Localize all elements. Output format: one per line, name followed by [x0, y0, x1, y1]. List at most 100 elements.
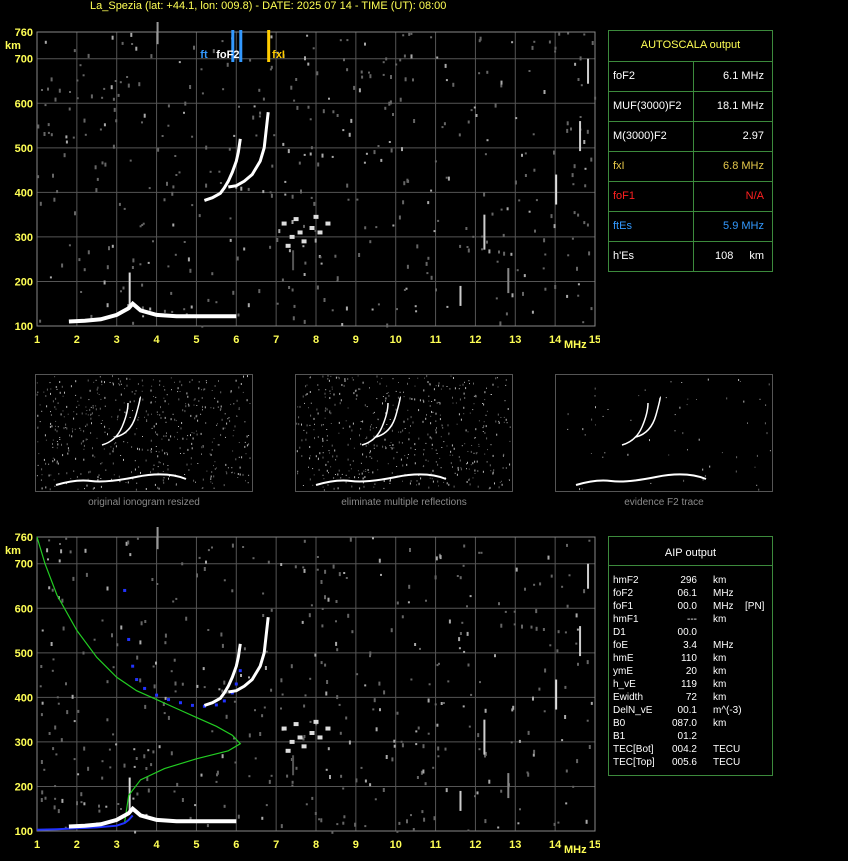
noise-speck	[56, 696, 59, 699]
thumb-speck	[726, 397, 728, 400]
noise-speck	[382, 788, 385, 792]
grid	[36, 536, 596, 832]
noise-speck	[50, 642, 53, 646]
noise-speck	[90, 94, 93, 99]
noise-speck	[80, 792, 83, 797]
noise-speck	[435, 556, 438, 561]
noise-speck	[269, 191, 272, 194]
interference-streak	[555, 679, 558, 710]
noise-speck	[510, 252, 513, 256]
thumb-speck	[100, 463, 102, 465]
thumb-speck	[116, 419, 118, 421]
thumb-speck	[49, 382, 51, 384]
spread-f-cluster-point	[293, 722, 299, 727]
noise-speck	[320, 661, 323, 665]
thumb-speck	[442, 427, 444, 429]
noise-speck	[574, 62, 577, 66]
y-tick-label: 200	[15, 781, 33, 793]
noise-speck	[40, 713, 43, 717]
noise-speck	[311, 796, 314, 800]
x-tick-label: 13	[509, 334, 521, 346]
autoscala-row-separator	[693, 152, 694, 182]
thumb-speck	[127, 442, 129, 444]
noise-speck	[577, 283, 580, 286]
thumb-speck	[56, 461, 58, 464]
thumb-speck	[226, 422, 228, 425]
noise-speck	[122, 286, 125, 290]
x-tick-label: 1	[34, 839, 40, 851]
thumb-speck	[322, 445, 323, 447]
noise-speck	[320, 818, 323, 823]
thumb-speck	[134, 468, 136, 471]
thumb-speck	[83, 430, 85, 433]
x-tick-label: 10	[390, 334, 402, 346]
thumb-speck	[423, 389, 425, 392]
thumb-speck	[179, 391, 181, 392]
noise-speck	[543, 90, 546, 94]
thumb-speck	[482, 470, 484, 473]
noise-speck	[248, 676, 250, 679]
noise-speck	[369, 651, 372, 656]
noise-speck	[229, 217, 232, 220]
noise-speck	[178, 171, 181, 174]
thumb-speck	[80, 429, 82, 431]
thumb-speck	[756, 454, 758, 457]
x-tick-label: 2	[74, 334, 80, 346]
noise-speck	[340, 774, 343, 778]
noise-speck	[377, 145, 380, 147]
noise-speck	[467, 248, 470, 253]
noise-speck	[594, 96, 597, 100]
thumb-speck	[427, 460, 429, 462]
thumb-speck	[138, 466, 140, 468]
thumb-speck	[136, 428, 138, 430]
thumb-speck	[52, 457, 54, 459]
noise-speck	[158, 745, 161, 749]
noise-speck	[369, 74, 372, 79]
thumb-speck	[381, 377, 383, 379]
thumb-speck	[150, 389, 152, 392]
thumb-speck	[306, 424, 308, 427]
thumb-speck	[36, 382, 38, 384]
noise-speck	[215, 301, 218, 304]
thumb-speck	[409, 482, 411, 485]
noise-speck	[80, 291, 83, 293]
noise-speck	[567, 254, 570, 257]
thumb-speck	[179, 447, 181, 450]
noise-speck	[61, 798, 64, 803]
thumb-speck	[144, 416, 145, 418]
thumb-speck	[91, 422, 92, 425]
thumb-speck	[90, 413, 92, 416]
thumb-speck	[340, 477, 342, 479]
thumb-speck	[466, 481, 468, 483]
thumb-speck	[696, 399, 697, 400]
thumb-speck	[113, 436, 115, 437]
noise-speck	[392, 224, 395, 227]
thumb-speck	[118, 475, 120, 478]
noise-speck	[396, 830, 399, 833]
thumb-speck	[401, 442, 403, 444]
noise-speck	[361, 75, 364, 79]
noise-speck	[458, 133, 461, 137]
noise-speck	[590, 701, 593, 705]
noise-speck	[336, 823, 339, 826]
noise-speck	[143, 754, 146, 759]
noise-speck	[428, 683, 431, 686]
noise-speck	[335, 620, 337, 623]
noise-speck	[588, 745, 591, 749]
noise-speck	[363, 161, 366, 164]
thumb-speck	[175, 484, 177, 486]
noise-speck	[334, 254, 337, 258]
thumb-speck	[766, 432, 768, 435]
noise-speck	[316, 568, 319, 571]
thumb-speck	[190, 463, 192, 465]
thumb-speck	[146, 419, 148, 422]
thumb-speck	[183, 452, 185, 454]
noise-speck	[565, 769, 568, 773]
thumb-speck	[469, 483, 471, 486]
noise-speck	[119, 81, 122, 84]
noise-speck	[306, 34, 309, 37]
noise-speck	[296, 105, 299, 110]
noise-speck	[586, 719, 589, 722]
noise-speck	[163, 198, 166, 202]
thumb-speck	[170, 435, 172, 438]
